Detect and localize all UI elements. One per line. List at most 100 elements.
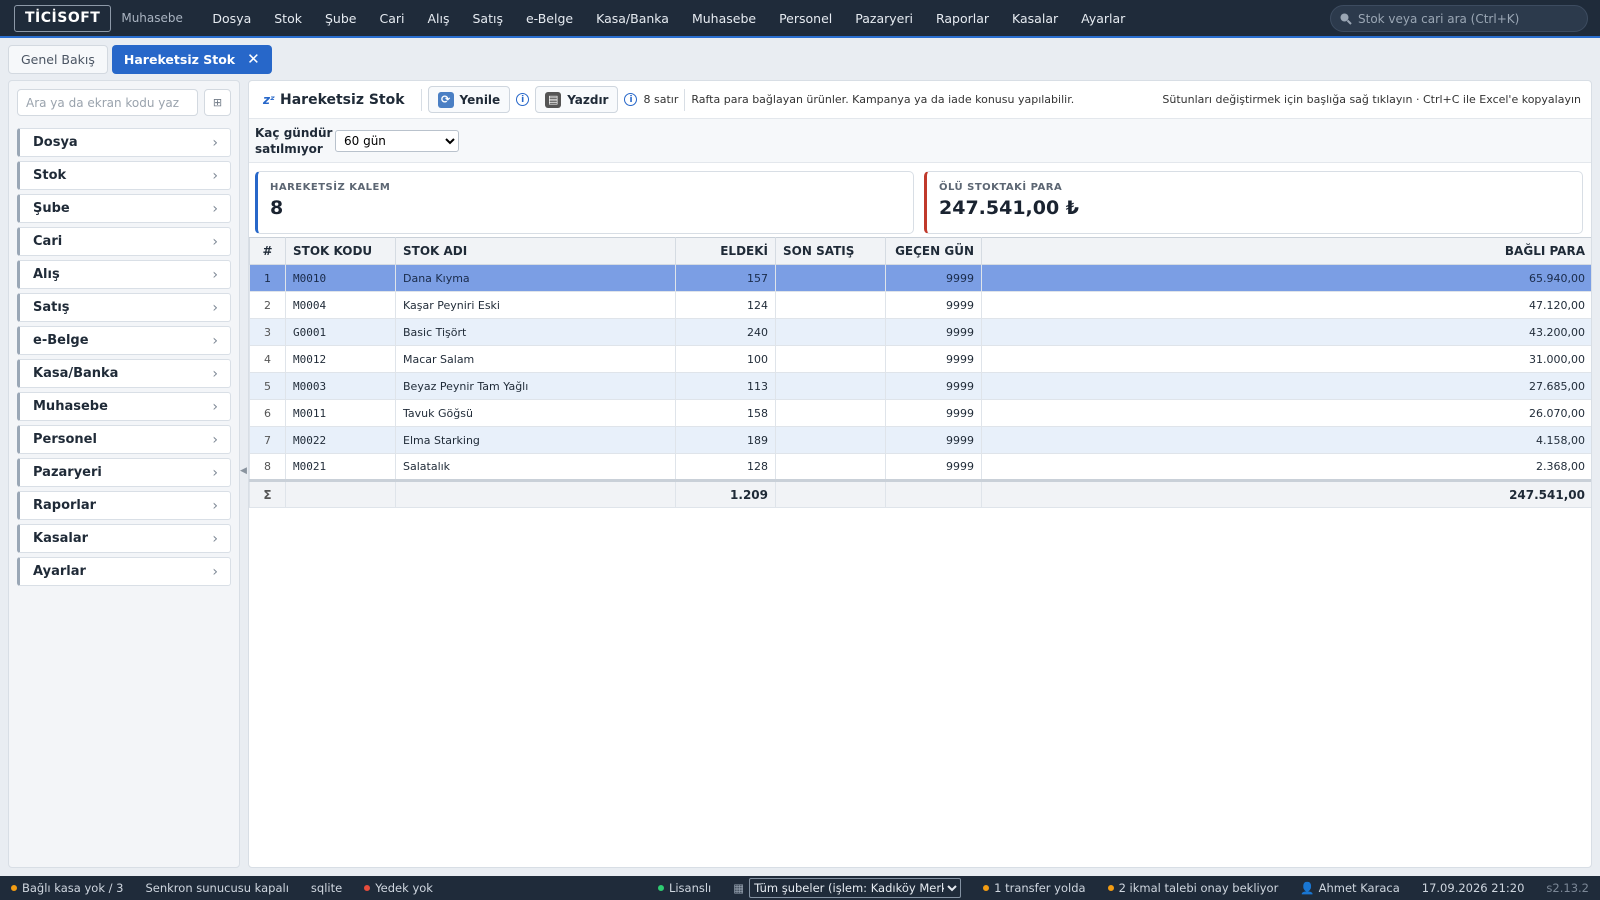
sidebar-item-ayarlar[interactable]: Ayarlar › <box>17 557 231 586</box>
table-row[interactable]: 5 M0003 Beyaz Peynir Tam Yağlı 113 9999 … <box>249 372 1591 400</box>
top-bar: TİCİSOFT Muhasebe Dosya Stok Şube Cari A… <box>0 0 1600 38</box>
sidebar-search-input[interactable] <box>17 89 198 116</box>
tab-hareketsiz-stok[interactable]: Hareketsiz Stok ✕ <box>111 44 272 74</box>
cell-days: 9999 <box>885 426 982 454</box>
col-header-index[interactable]: # <box>249 237 286 265</box>
total-money: 247.541,00 <box>981 479 1591 508</box>
status-version: s2.13.2 <box>1535 881 1600 895</box>
chevron-right-icon: › <box>212 332 218 349</box>
status-bar: Bağlı kasa yok / 3 Senkron sunucusu kapa… <box>0 876 1600 900</box>
menu-raporlar[interactable]: Raporlar <box>924 11 1000 26</box>
menu-muhasebe[interactable]: Muhasebe <box>680 11 767 26</box>
sidebar-item-muhasebe[interactable]: Muhasebe › <box>17 392 231 421</box>
printer-icon: ▤ <box>545 91 562 108</box>
sidebar-item-label: Muhasebe <box>33 399 108 414</box>
sidebar-item-pazaryeri[interactable]: Pazaryeri › <box>17 458 231 487</box>
cell-index: 6 <box>249 399 286 427</box>
cell-money: 65.940,00 <box>981 264 1591 292</box>
menu-ayarlar[interactable]: Ayarlar <box>1070 11 1137 26</box>
sidebar-list: Dosya › Stok › Şube › Cari › Alış › Satış › e-… <box>9 124 239 586</box>
close-icon[interactable]: ✕ <box>247 50 260 68</box>
sidebar-item-satis[interactable]: Satış › <box>17 293 231 322</box>
menu-kasa-banka[interactable]: Kasa/Banka <box>585 11 681 26</box>
table-row[interactable]: 7 M0022 Elma Starking 189 9999 4.158,00 <box>249 426 1591 454</box>
main-panel: zᶻ Hareketsiz Stok ⟳ Yenile i ▤ Yazdır i… <box>248 80 1592 868</box>
table-row[interactable]: 2 M0004 Kaşar Peyniri Eski 124 9999 47.1… <box>249 291 1591 319</box>
status-cash-text: Bağlı kasa yok / 3 <box>22 881 124 895</box>
tab-genel-bakis[interactable]: Genel Bakış <box>8 44 108 74</box>
sidebar-item-cari[interactable]: Cari › <box>17 227 231 256</box>
chevron-right-icon: › <box>212 398 218 415</box>
table-row[interactable]: 3 G0001 Basic Tişört 240 9999 43.200,00 <box>249 318 1591 346</box>
col-header-days[interactable]: GEÇEN GÜN <box>885 237 982 265</box>
branch-select[interactable]: Tüm şubeler (işlem: Kadıköy Merkez) <box>749 878 962 898</box>
sidebar-item-label: Cari <box>33 234 63 249</box>
cell-code: M0004 <box>285 291 396 319</box>
status-dot <box>1107 885 1114 891</box>
status-transfer-text: 1 transfer yolda <box>994 881 1086 895</box>
col-header-qty[interactable]: ELDEKİ <box>675 237 776 265</box>
sleep-icon: zᶻ <box>263 92 275 107</box>
info-icon[interactable]: i <box>516 93 530 106</box>
menu-sube[interactable]: Şube <box>313 11 367 26</box>
menu-pazaryeri[interactable]: Pazaryeri <box>844 11 925 26</box>
app-logo[interactable]: TİCİSOFT <box>14 4 112 32</box>
menu-satis[interactable]: Satış <box>461 11 514 26</box>
sidebar-item-alis[interactable]: Alış › <box>17 260 231 289</box>
cell-name: Macar Salam <box>395 345 676 373</box>
sidebar-item-label: e-Belge <box>33 333 89 348</box>
menu-e-belge[interactable]: e-Belge <box>514 11 584 26</box>
sidebar-item-raporlar[interactable]: Raporlar › <box>17 491 231 520</box>
sidebar-item-sube[interactable]: Şube › <box>17 194 231 223</box>
menu-dosya[interactable]: Dosya <box>201 11 263 26</box>
cell-name: Beyaz Peynir Tam Yağlı <box>395 372 676 400</box>
menu-personel[interactable]: Personel <box>768 11 844 26</box>
status-requests[interactable]: 2 ikmal talebi onay bekliyor <box>1097 881 1290 895</box>
cell-index: 7 <box>249 426 286 454</box>
refresh-label: Yenile <box>459 92 501 107</box>
col-header-name[interactable]: STOK ADI <box>395 237 676 265</box>
filter-label-line2: satılmıyor <box>255 141 323 156</box>
grid-icon[interactable]: ⊞ <box>204 89 231 116</box>
sidebar-item-dosya[interactable]: Dosya › <box>17 128 231 157</box>
status-dot <box>657 885 664 891</box>
cell-last-sale <box>775 318 886 346</box>
info-icon[interactable]: i <box>624 93 638 106</box>
cell-last-sale <box>775 372 886 400</box>
cell-code: M0003 <box>285 372 396 400</box>
table-row[interactable]: 6 M0011 Tavuk Göğsü 158 9999 26.070,00 <box>249 399 1591 427</box>
status-transfer[interactable]: 1 transfer yolda <box>972 881 1096 895</box>
global-search-input[interactable] <box>1358 11 1578 26</box>
status-user[interactable]: 👤 Ahmet Karaca <box>1289 881 1410 895</box>
table-row[interactable]: 1 M0010 Dana Kıyma 157 9999 65.940,00 <box>249 264 1591 292</box>
col-header-last-sale[interactable]: SON SATIŞ <box>775 237 886 265</box>
menu-alis[interactable]: Alış <box>416 11 461 26</box>
cell-last-sale <box>775 264 886 292</box>
sidebar-item-stok[interactable]: Stok › <box>17 161 231 190</box>
cell-index: 3 <box>249 318 286 346</box>
print-button[interactable]: ▤ Yazdır <box>535 86 619 113</box>
cell-qty: 157 <box>675 264 776 292</box>
col-header-code[interactable]: STOK KODU <box>285 237 396 265</box>
idle-stock-table: # STOK KODU STOK ADI ELDEKİ SON SATIŞ GE… <box>249 237 1591 508</box>
days-select[interactable]: 60 gün <box>335 129 459 152</box>
cell-last-sale <box>775 399 886 427</box>
collapse-sidebar-icon[interactable]: ◀ <box>240 466 247 476</box>
table-row[interactable]: 8 M0021 Salatalık 128 9999 2.368,00 <box>249 453 1591 481</box>
sidebar-item-kasa-banka[interactable]: Kasa/Banka › <box>17 359 231 388</box>
table-row[interactable]: 4 M0012 Macar Salam 100 9999 31.000,00 <box>249 345 1591 373</box>
menu-stok[interactable]: Stok <box>263 11 314 26</box>
grid-hint: Sütunları değiştirmek için başlığa sağ t… <box>1162 93 1581 106</box>
sidebar-item-e-belge[interactable]: e-Belge › <box>17 326 231 355</box>
sidebar-item-kasalar[interactable]: Kasalar › <box>17 524 231 553</box>
chevron-right-icon: › <box>212 563 218 580</box>
col-header-money[interactable]: BAĞLI PARA <box>981 237 1591 265</box>
sidebar-item-personel[interactable]: Personel › <box>17 425 231 454</box>
menu-cari[interactable]: Cari <box>368 11 416 26</box>
row-count: 8 satır <box>643 93 679 106</box>
card-value: 247.541,00 ₺ <box>939 197 1080 219</box>
divider <box>684 88 686 111</box>
menu-kasalar[interactable]: Kasalar <box>1001 11 1070 26</box>
status-sync: Senkron sunucusu kapalı <box>134 881 299 895</box>
refresh-button[interactable]: ⟳ Yenile <box>427 86 511 113</box>
